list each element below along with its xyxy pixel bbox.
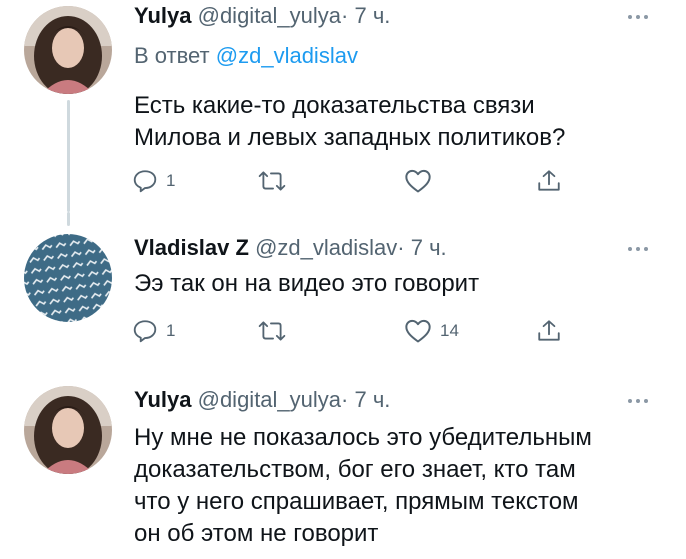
avatar-vladislav[interactable] bbox=[24, 234, 112, 322]
reply-mention-link[interactable]: @zd_vladislav bbox=[216, 43, 358, 68]
like-button[interactable] bbox=[404, 166, 432, 196]
heart-icon bbox=[405, 169, 431, 193]
replying-to: В ответ @zd_vladislav bbox=[134, 42, 662, 70]
tweet-text-line: Ну мне не показалось это убедительным bbox=[134, 424, 592, 451]
reply-count: 1 bbox=[166, 321, 176, 340]
tweet-text-line: он об этом не говорит bbox=[134, 520, 379, 547]
retweet-button[interactable] bbox=[258, 166, 286, 196]
share-icon bbox=[538, 320, 560, 341]
reply-button[interactable]: 1 bbox=[132, 316, 175, 346]
retweet-button[interactable] bbox=[258, 316, 286, 346]
tweet-text-line: Ээ так он на видео это говорит bbox=[134, 270, 480, 297]
reply-icon bbox=[133, 320, 157, 343]
user-handle[interactable]: @zd_vladislav bbox=[255, 235, 397, 260]
more-dots-icon[interactable] bbox=[628, 12, 658, 22]
more-dots-icon[interactable] bbox=[628, 244, 658, 254]
separator-dot: · bbox=[341, 3, 349, 28]
tweet-text-line: доказательством, бог его знает, кто там bbox=[134, 456, 576, 483]
tweet-header: Yulya @digital_yulya· 7 ч. bbox=[134, 2, 662, 30]
tweet-time[interactable]: 7 ч. bbox=[411, 235, 447, 260]
tweet-text: Есть какие-то доказательства связи Милов… bbox=[134, 90, 662, 154]
tweet-header: Vladislav Z @zd_vladislav· 7 ч. bbox=[134, 234, 662, 262]
retweet-icon bbox=[258, 321, 286, 341]
avatar-photo-icon bbox=[24, 386, 112, 474]
thread-line bbox=[67, 100, 70, 212]
reply-count: 1 bbox=[166, 171, 176, 190]
display-name[interactable]: Yulya bbox=[134, 387, 191, 412]
like-count: 14 bbox=[440, 321, 459, 340]
tweet-time[interactable]: 7 ч. bbox=[354, 3, 390, 28]
avatar-photo-icon bbox=[24, 6, 112, 94]
retweet-icon bbox=[258, 171, 286, 191]
display-name[interactable]: Yulya bbox=[134, 3, 191, 28]
tweet-text: Ээ так он на видео это говорит bbox=[134, 268, 662, 300]
separator-dot: · bbox=[397, 235, 405, 260]
share-icon bbox=[538, 170, 560, 191]
reply-icon bbox=[133, 170, 157, 193]
separator-dot: · bbox=[341, 387, 349, 412]
tweet-3[interactable]: Yulya @digital_yulya· 7 ч. Ну мне не пок… bbox=[0, 372, 686, 559]
user-handle[interactable]: @digital_yulya bbox=[198, 3, 341, 28]
tweet-2[interactable]: Vladislav Z @zd_vladislav· 7 ч. Ээ так о… bbox=[0, 212, 686, 372]
tweet-text-line: что у него спрашивает, прямым текстом bbox=[134, 488, 579, 515]
tweet-time[interactable]: 7 ч. bbox=[354, 387, 390, 412]
share-button[interactable] bbox=[536, 316, 562, 346]
avatar-yulya[interactable] bbox=[24, 6, 112, 94]
heart-icon bbox=[405, 319, 431, 343]
tweet-header: Yulya @digital_yulya· 7 ч. bbox=[134, 386, 662, 414]
tweet-1[interactable]: Yulya @digital_yulya· 7 ч. В ответ @zd_v… bbox=[0, 0, 686, 212]
share-button[interactable] bbox=[536, 166, 562, 196]
reply-button[interactable]: 1 bbox=[132, 166, 175, 196]
tweet-text: Ну мне не показалось это убедительным до… bbox=[134, 422, 662, 550]
thread-line-top bbox=[67, 212, 70, 226]
like-button[interactable]: 14 bbox=[404, 316, 459, 346]
avatar-yulya[interactable] bbox=[24, 386, 112, 474]
display-name[interactable]: Vladislav Z bbox=[134, 235, 249, 260]
tweet-text-line: Милова и левых западных политиков? bbox=[134, 124, 566, 151]
reply-prefix: В ответ bbox=[134, 43, 210, 68]
tweet-text-line: Есть какие-то доказательства связи bbox=[134, 92, 535, 119]
avatar-pattern-icon bbox=[24, 234, 112, 322]
user-handle[interactable]: @digital_yulya bbox=[198, 387, 341, 412]
more-dots-icon[interactable] bbox=[628, 396, 658, 406]
